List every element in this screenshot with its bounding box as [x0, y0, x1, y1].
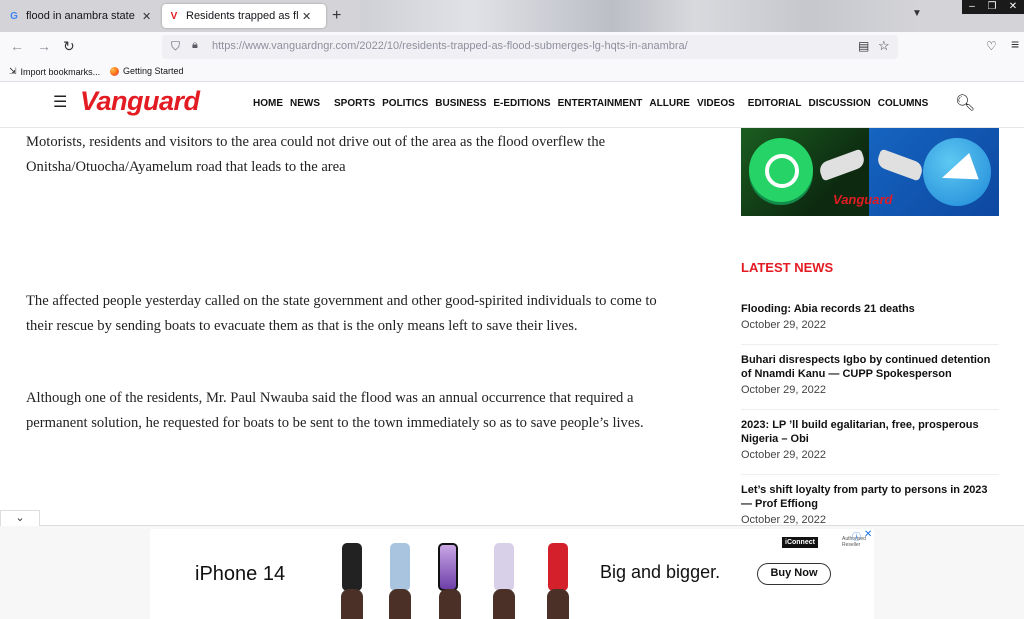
- url-host: https://www.vanguardngr.com: [212, 40, 357, 52]
- reader-view-icon[interactable]: ▤: [858, 39, 869, 53]
- tracking-protection-shield-icon[interactable]: ⛉: [171, 39, 180, 54]
- pocket-icon[interactable]: ♡: [986, 39, 997, 53]
- nav-item-home[interactable]: HOME: [253, 98, 283, 109]
- lock-icon[interactable]: 🔒︎: [192, 39, 198, 52]
- main-navigation: HOME NEWS SPORTS POLITICS BUSINESS E-EDI…: [253, 98, 935, 109]
- hand-image: [439, 589, 461, 619]
- news-date: October 29, 2022: [741, 319, 827, 331]
- news-headline[interactable]: Buhari disrespects Igbo by continued det…: [741, 353, 999, 381]
- import-bookmarks-link[interactable]: ⇲ Import bookmarks...: [9, 66, 100, 77]
- hand-image: [493, 589, 515, 619]
- news-headline[interactable]: Flooding: Abia records 21 deaths: [741, 302, 999, 316]
- news-date: October 29, 2022: [741, 384, 827, 396]
- nav-item-videos[interactable]: VIDEOS: [697, 98, 735, 109]
- article-paragraph: The affected people yesterday called on …: [26, 293, 657, 334]
- whatsapp-telegram-promo-banner[interactable]: Vanguard: [741, 128, 999, 216]
- minimize-window-icon[interactable]: –: [962, 0, 982, 14]
- forward-icon[interactable]: →: [37, 38, 51, 54]
- news-date: October 29, 2022: [741, 449, 827, 461]
- nav-item-sports[interactable]: SPORTS: [334, 98, 375, 109]
- news-item[interactable]: 2023: LP ’ll build egalitarian, free, pr…: [741, 418, 999, 461]
- ad-product-name: iPhone 14: [195, 563, 285, 586]
- close-tab-icon[interactable]: ✕: [142, 10, 151, 23]
- phone-image: [494, 543, 514, 591]
- news-item[interactable]: Buhari disrespects Igbo by continued det…: [741, 353, 999, 396]
- app-menu-icon[interactable]: ≡: [1011, 36, 1019, 52]
- site-header: ☰ Vanguard HOME NEWS SPORTS POLITICS BUS…: [0, 82, 1024, 128]
- product-label: iPhone 14: [195, 563, 286, 585]
- ad-info-icon[interactable]: ⓘ: [852, 530, 861, 543]
- new-tab-icon[interactable]: +: [332, 7, 341, 25]
- article-paragraph: Although one of the residents, Mr. Paul …: [26, 390, 644, 431]
- getting-started-link[interactable]: Getting Started: [110, 66, 184, 76]
- nav-item-allure[interactable]: ALLURE: [649, 98, 690, 109]
- import-icon: ⇲: [9, 66, 17, 76]
- hand-image: [389, 589, 411, 619]
- news-item[interactable]: Let’s shift loyalty from party to person…: [741, 483, 999, 526]
- nav-item-news[interactable]: NEWS: [290, 98, 320, 109]
- phone-image: [342, 543, 362, 591]
- tab-bar-background: [360, 0, 920, 32]
- bookmarks-toolbar: ⇲ Import bookmarks... Getting Started: [0, 62, 1024, 82]
- tab-title: flood in anambra state - Google: [26, 10, 138, 22]
- search-icon[interactable]: 🔍︎: [955, 93, 975, 113]
- bookmark-label: Import bookmarks...: [20, 66, 101, 77]
- promo-label: Vanguard: [833, 192, 893, 207]
- news-headline[interactable]: 2023: LP ’ll build egalitarian, free, pr…: [741, 418, 999, 446]
- nav-item-politics[interactable]: POLITICS: [382, 98, 428, 109]
- collapse-ad-chevron-down-icon[interactable]: ⌄: [0, 510, 40, 526]
- divider: [741, 344, 999, 345]
- reload-icon[interactable]: ↻: [63, 38, 75, 55]
- hand-image: [547, 589, 569, 619]
- navigation-toolbar: ← → ↻ ⛉ 🔒︎ https://www.vanguardngr.com/2…: [0, 32, 1024, 62]
- google-icon: G: [10, 10, 18, 22]
- close-tab-icon[interactable]: ✕: [302, 10, 311, 23]
- back-icon[interactable]: ←: [10, 38, 24, 54]
- reseller-logo: iConnect: [782, 537, 818, 548]
- hand-image: [341, 589, 363, 619]
- bookmark-star-icon[interactable]: ☆: [878, 38, 890, 54]
- bookmark-label: Getting Started: [123, 66, 184, 76]
- vanguard-favicon-icon: V: [170, 10, 178, 22]
- iphone-advertisement[interactable]: iConnect Authorised Reseller ⓘ ✕ iPhone …: [150, 529, 874, 619]
- close-window-icon[interactable]: ✕: [1002, 0, 1024, 14]
- tab-vanguard-article[interactable]: V Residents trapped as flood subm ✕: [162, 4, 326, 28]
- firefox-icon: [110, 66, 119, 76]
- phone-image: [438, 543, 458, 591]
- hamburger-menu-icon[interactable]: ☰: [53, 92, 67, 112]
- news-item[interactable]: Flooding: Abia records 21 deaths October…: [741, 302, 999, 331]
- tab-title: Residents trapped as flood subm: [186, 10, 298, 22]
- url-text[interactable]: https://www.vanguardngr.com/2022/10/resi…: [212, 40, 688, 52]
- list-all-tabs-icon[interactable]: ▼: [912, 8, 922, 19]
- whatsapp-icon: [749, 138, 813, 202]
- nav-item-business[interactable]: BUSINESS: [435, 98, 486, 109]
- ad-tagline: Big and bigger.: [600, 562, 721, 582]
- nav-item-e-editions[interactable]: E-EDITIONS: [493, 98, 550, 109]
- phone-image: [548, 543, 568, 591]
- address-bar[interactable]: ⛉ 🔒︎ https://www.vanguardngr.com/2022/10…: [162, 35, 898, 59]
- nav-item-columns[interactable]: COLUMNS: [878, 98, 929, 109]
- latest-news-heading: LATEST NEWS: [741, 260, 834, 275]
- article-paragraph: Motorists, residents and visitors to the…: [26, 134, 606, 175]
- nav-item-discussion[interactable]: DISCUSSION: [809, 98, 871, 109]
- maximize-window-icon[interactable]: ❐: [982, 0, 1002, 14]
- phone-image: [390, 543, 410, 591]
- site-logo[interactable]: Vanguard: [80, 86, 200, 117]
- divider: [741, 409, 999, 410]
- url-path: /2022/10/residents-trapped-as-flood-subm…: [356, 40, 688, 52]
- news-headline[interactable]: Let’s shift loyalty from party to person…: [741, 483, 999, 511]
- tab-google-search[interactable]: G flood in anambra state - Google ✕: [2, 4, 158, 28]
- tab-bar: G flood in anambra state - Google ✕ V Re…: [0, 0, 1024, 32]
- ad-close-icon[interactable]: ✕: [864, 529, 872, 540]
- divider: [741, 474, 999, 475]
- buy-now-button[interactable]: Buy Now: [757, 563, 831, 585]
- nav-item-editorial[interactable]: EDITORIAL: [748, 98, 802, 109]
- nav-item-entertainment[interactable]: ENTERTAINMENT: [558, 98, 643, 109]
